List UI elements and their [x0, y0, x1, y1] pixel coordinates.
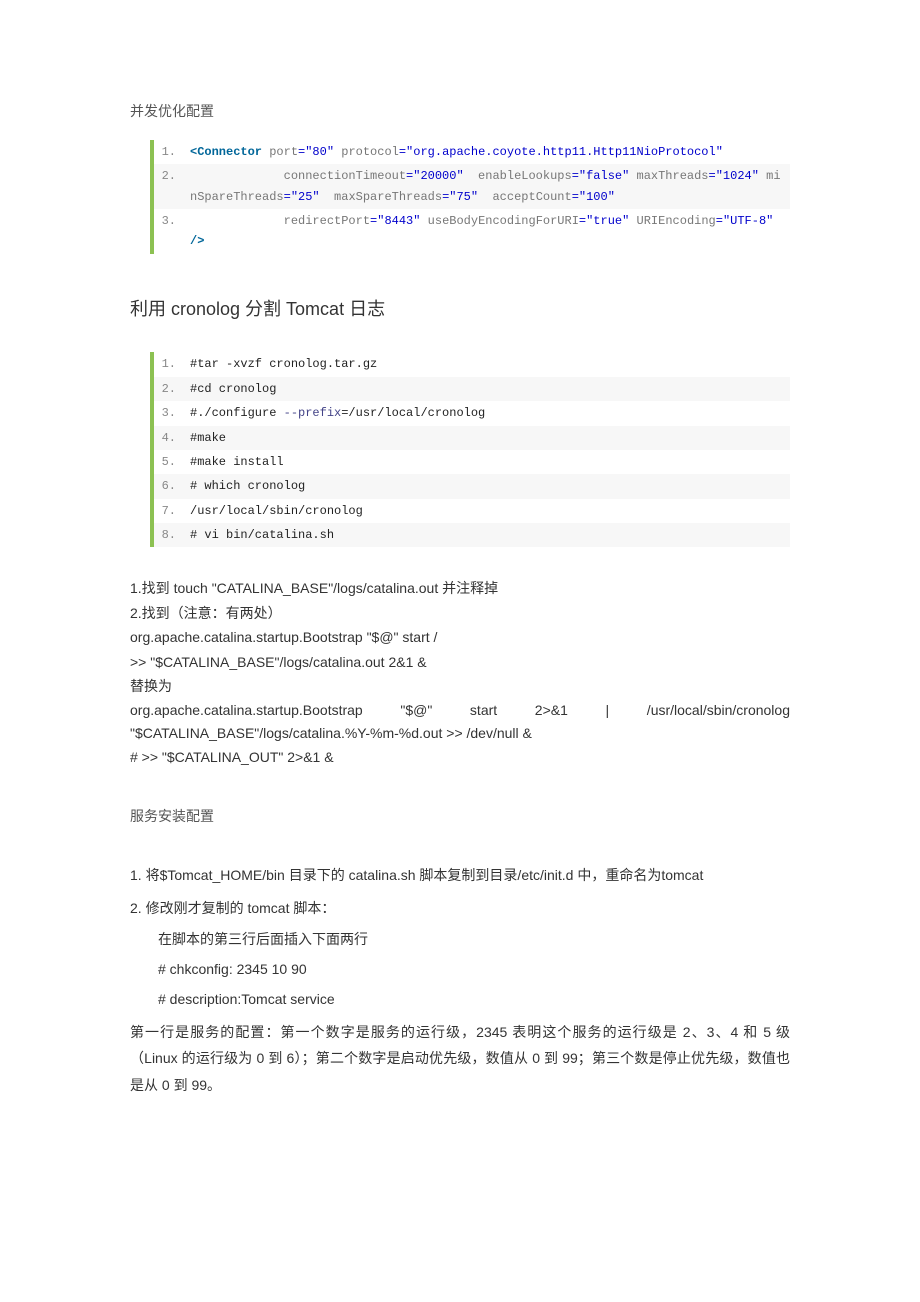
line-number: 7. [154, 499, 184, 523]
paragraph: org.apache.catalina.startup.Bootstrap "$… [130, 699, 790, 744]
line-content: <Connector port="80" protocol="org.apach… [184, 140, 790, 164]
code-line: 5. #make install [154, 450, 790, 474]
paragraph: # description:Tomcat service [130, 988, 790, 1010]
paragraph: 1. 将$Tomcat_HOME/bin 目录下的 catalina.sh 脚本… [130, 860, 790, 891]
section-title-service: 服务安装配置 [130, 805, 790, 829]
line-content: #cd cronolog [184, 377, 790, 401]
line-number: 5. [154, 450, 184, 474]
code-line: 1. <Connector port="80" protocol="org.ap… [154, 140, 790, 164]
paragraph: org.apache.catalina.startup.Bootstrap "$… [130, 626, 790, 648]
line-number: 8. [154, 523, 184, 547]
line-content: connectionTimeout="20000" enableLookups=… [184, 164, 790, 209]
line-content: #tar -xvzf cronolog.tar.gz [184, 352, 790, 376]
line-number: 1. [154, 352, 184, 376]
paragraph: >> "$CATALINA_BASE"/logs/catalina.out 2&… [130, 651, 790, 673]
code-line: 2. #cd cronolog [154, 377, 790, 401]
paragraph: 1.找到 touch "CATALINA_BASE"/logs/catalina… [130, 577, 790, 599]
line-content: redirectPort="8443" useBodyEncodingForUR… [184, 209, 790, 254]
line-number: 3. [154, 209, 184, 233]
line-number: 4. [154, 426, 184, 450]
paragraph: # >> "$CATALINA_OUT" 2>&1 & [130, 746, 790, 768]
code-line: 6. # which cronolog [154, 474, 790, 498]
paragraph: 第一行是服务的配置：第一个数字是服务的运行级，2345 表明这个服务的运行级是 … [130, 1019, 790, 1099]
line-number: 2. [154, 377, 184, 401]
line-content: #make [184, 426, 790, 450]
paragraph: # chkconfig: 2345 10 90 [130, 958, 790, 980]
code-line: 2. connectionTimeout="20000" enableLooku… [154, 164, 790, 209]
line-number: 2. [154, 164, 184, 188]
line-content: #./configure --prefix=/usr/local/cronolo… [184, 401, 790, 425]
code-block-cronolog: 1. #tar -xvzf cronolog.tar.gz 2. #cd cro… [150, 352, 790, 547]
paragraph: 2. 修改刚才复制的 tomcat 脚本： [130, 897, 790, 919]
code-line: 3. #./configure --prefix=/usr/local/cron… [154, 401, 790, 425]
line-content: #make install [184, 450, 790, 474]
paragraph: 2.找到（注意：有两处） [130, 602, 790, 624]
line-number: 3. [154, 401, 184, 425]
line-content: /usr/local/sbin/cronolog [184, 499, 790, 523]
code-line: 7. /usr/local/sbin/cronolog [154, 499, 790, 523]
line-number: 1. [154, 140, 184, 164]
code-line: 1. #tar -xvzf cronolog.tar.gz [154, 352, 790, 376]
code-line: 8. # vi bin/catalina.sh [154, 523, 790, 547]
line-content: # vi bin/catalina.sh [184, 523, 790, 547]
section-title-cronolog: 利用 cronolog 分割 Tomcat 日志 [130, 294, 790, 325]
code-line: 4. #make [154, 426, 790, 450]
line-number: 6. [154, 474, 184, 498]
paragraph: 在脚本的第三行后面插入下面两行 [130, 928, 790, 950]
code-block-connector: 1. <Connector port="80" protocol="org.ap… [150, 140, 790, 254]
line-content: # which cronolog [184, 474, 790, 498]
code-line: 3. redirectPort="8443" useBodyEncodingFo… [154, 209, 790, 254]
section-title-concurrency: 并发优化配置 [130, 100, 790, 124]
paragraph: 替换为 [130, 675, 790, 697]
